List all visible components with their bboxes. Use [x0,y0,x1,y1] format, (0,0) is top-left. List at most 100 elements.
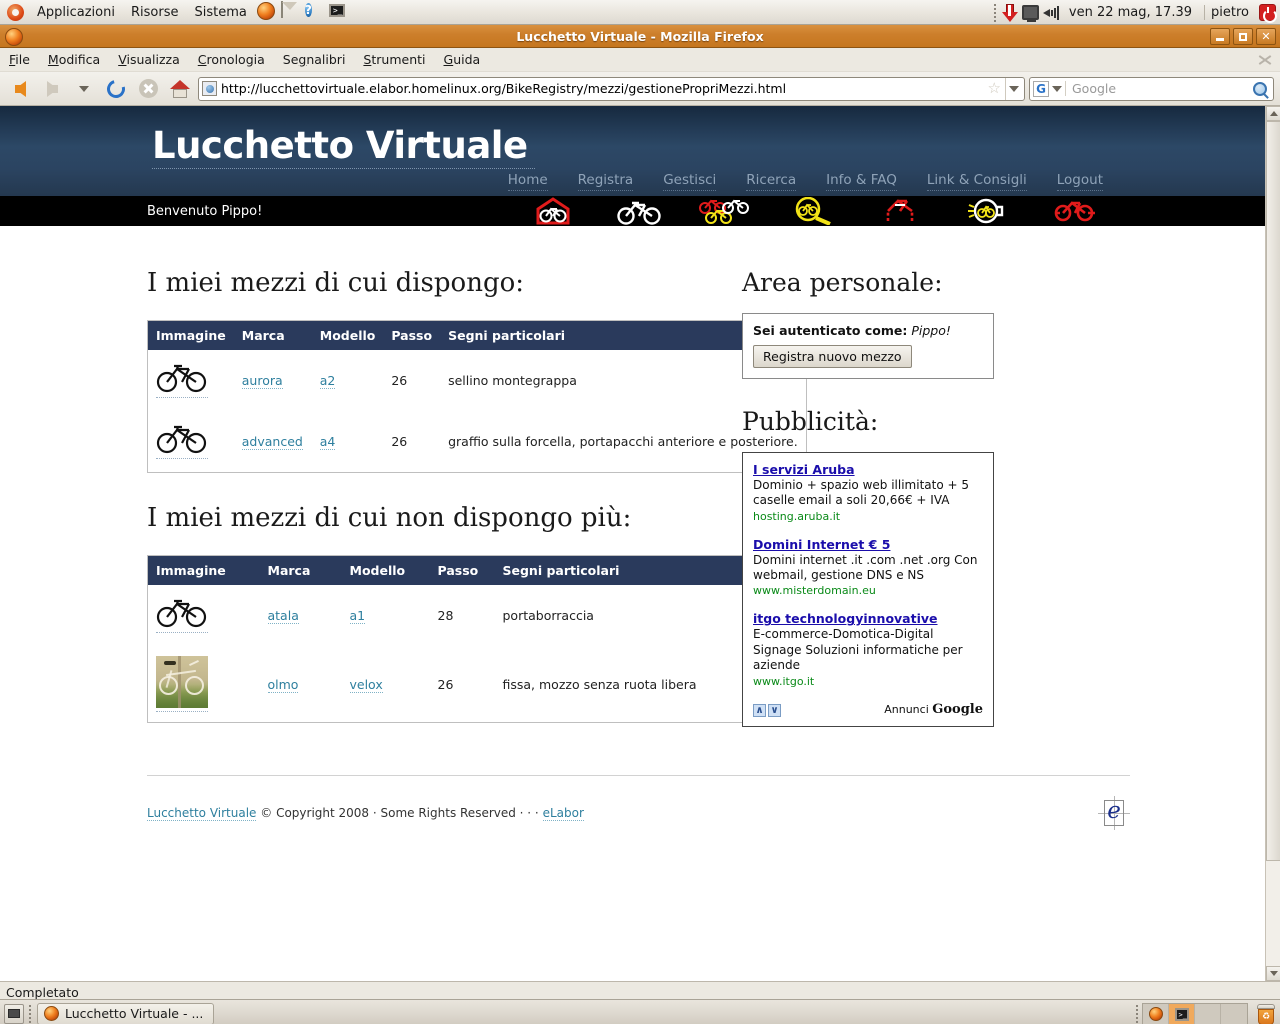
menu-modifica[interactable]: Modifica [39,49,109,70]
google-engine-icon[interactable]: G [1033,80,1049,97]
firefox-icon[interactable] [256,2,277,22]
nav-item-ricerca[interactable]: Ricerca [731,172,811,191]
url-dropdown-icon[interactable] [1005,77,1021,100]
link-marca[interactable]: aurora [241,373,283,389]
scroll-down-button[interactable] [1266,966,1280,981]
link-marca[interactable]: advanced [241,434,303,450]
mail-icon[interactable] [280,1,301,22]
show-desktop-icon[interactable] [4,1003,24,1024]
workspace-switcher[interactable]: >_ [1142,1003,1248,1024]
close-button[interactable]: ✕ [1256,28,1276,45]
link-marca[interactable]: olmo [267,676,299,693]
url-bar[interactable]: http://lucchettovirtuale.elabor.homelinu… [198,76,1025,101]
cell-modello: a1 [342,585,430,646]
bike-photo-thumbnail[interactable] [156,656,208,712]
maximize-button[interactable] [1233,28,1253,45]
forward-icon [38,75,66,103]
user-menu[interactable]: pietro [1204,5,1255,20]
nav-item-logout[interactable]: Logout [1042,172,1118,191]
cell-marca: advanced [234,411,312,473]
menu-cronologia[interactable]: Cronologia [189,49,274,70]
chevron-down-icon[interactable] [70,75,98,103]
help-icon[interactable]: ? [304,2,325,22]
link-modello[interactable]: a4 [319,434,336,450]
display-icon[interactable] [1021,5,1039,22]
menu-visualizza[interactable]: Visualizza [109,49,189,70]
bike-house-icon[interactable] [509,196,596,226]
ad-title-link[interactable]: itgo technologyinnovative [753,611,983,626]
vertical-scrollbar[interactable] [1265,106,1280,981]
bike-red-lock-icon[interactable] [1031,196,1118,226]
search-icon[interactable] [1253,81,1267,96]
bikes-red-yellow-white-icon[interactable] [683,196,770,226]
footer-partner-link[interactable]: eLabor [542,806,584,821]
search-input[interactable]: Google [1065,81,1250,96]
search-bar[interactable]: G Google [1029,76,1274,101]
bike-magnifier-icon[interactable] [770,196,857,226]
taskbar-window-button[interactable]: Lucchetto Virtuale - ... [37,1002,215,1024]
bike-lightbulb-icon[interactable] [944,196,1031,226]
link-modello[interactable]: a2 [319,373,336,389]
link-marca[interactable]: atala [267,608,299,624]
power-icon[interactable] [1259,4,1277,23]
table-unavailable: Immagine Marca Modello Passo Segni parti… [147,555,807,723]
menu-segnalibri[interactable]: Segnalibri [274,49,355,70]
nav-item-link-consigli[interactable]: Link & Consigli [912,172,1042,191]
gnome-taskbar: Lucchetto Virtuale - ... >_ ♻ [0,999,1280,1024]
url-text[interactable]: http://lucchettovirtuale.elabor.homelinu… [221,81,984,96]
workspace-1[interactable] [1143,1004,1169,1024]
bike-red-question-icon[interactable] [857,196,944,226]
back-icon[interactable] [6,75,34,103]
panel-menu-sistema[interactable]: Sistema [186,3,254,22]
ad-title-link[interactable]: I servizi Aruba [753,462,983,477]
bookmark-star-icon[interactable]: ☆ [988,81,1001,96]
welcome-bar: Benvenuto Pippo! [0,196,1265,226]
table-row: atala a1 28 portaborraccia [148,585,807,646]
nav-item-info-faq[interactable]: Info & FAQ [811,172,912,191]
nav-item-registra[interactable]: Registra [563,172,649,191]
workspace-2[interactable]: >_ [1169,1004,1195,1024]
nav-item-home[interactable]: Home [493,172,563,191]
scroll-up-button[interactable] [1266,106,1280,121]
bike-white-icon[interactable] [596,196,683,226]
home-icon[interactable] [166,75,194,103]
stop-icon [134,75,162,103]
table-header-row: Immagine Marca Modello Passo Segni parti… [147,555,807,585]
search-engine-dropdown-icon[interactable] [1052,85,1062,92]
menu-file[interactable]: File [0,49,39,70]
ubuntu-logo-icon[interactable] [7,3,24,21]
workspace-4[interactable] [1221,1004,1247,1024]
nav-icon-strip [509,196,1118,226]
ads-prev-icon[interactable]: ∧ [753,703,766,717]
scrollbar-thumb[interactable] [1266,121,1280,861]
bike-line-icon[interactable] [156,421,208,459]
auth-user: Pippo! [911,323,951,338]
footer-site-link[interactable]: Lucchetto Virtuale [147,806,257,821]
menu-strumenti[interactable]: Strumenti [354,49,434,70]
window-titlebar: Lucchetto Virtuale - Mozilla Firefox ✕ [0,25,1280,48]
panel-menu-risorse[interactable]: Risorse [123,3,187,22]
trash-icon[interactable]: ♻ [1256,1003,1276,1024]
workspace-3[interactable] [1195,1004,1221,1024]
col-modello: Modello [341,555,430,585]
clock[interactable]: ven 22 mag, 17.39 [1065,5,1196,20]
volume-icon[interactable] [1042,5,1061,20]
update-manager-icon[interactable] [1001,3,1018,22]
link-modello[interactable]: velox [349,676,383,693]
register-new-vehicle-button[interactable]: Registra nuovo mezzo [753,345,912,368]
terminal-icon[interactable]: >_ [328,2,349,22]
title-divider [152,168,535,169]
bike-line-icon[interactable] [156,360,208,398]
ads-next-icon[interactable]: ∨ [768,703,781,717]
nav-item-gestisci[interactable]: Gestisci [648,172,731,191]
link-modello[interactable]: a1 [349,608,366,624]
ad-title-link[interactable]: Domini Internet € 5 [753,537,983,552]
reload-icon[interactable] [102,75,130,103]
cell-image [148,646,260,723]
cell-modello: a2 [312,350,384,411]
minimize-button[interactable] [1210,28,1230,45]
elabor-logo[interactable]: e [1098,796,1130,830]
menu-guida[interactable]: Guida [435,49,490,70]
panel-menu-applicazioni[interactable]: Applicazioni [29,3,123,22]
bike-line-icon[interactable] [156,595,208,633]
